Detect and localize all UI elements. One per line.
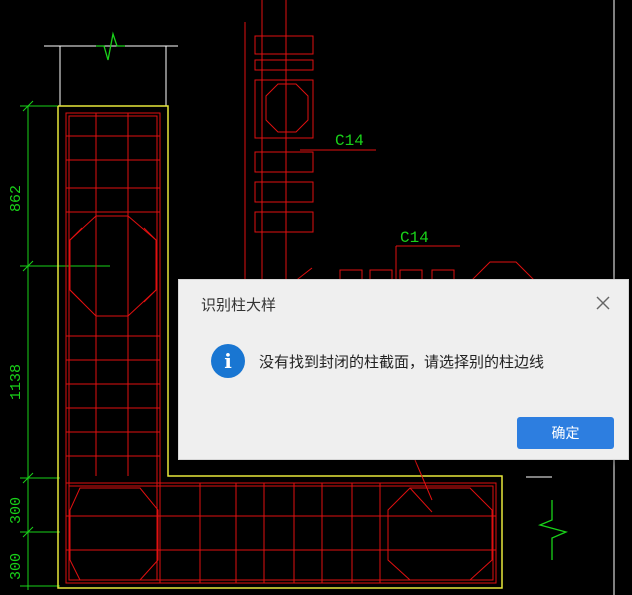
dialog-title: 识别柱大样: [201, 296, 277, 314]
break-symbol-right: [537, 500, 568, 560]
rebar-cage-vertical: [65, 112, 161, 584]
close-button[interactable]: [592, 292, 614, 314]
rebar-cage-horizontal: [65, 459, 497, 584]
info-icon: i: [211, 344, 245, 378]
rebar-detail-top: [244, 0, 537, 283]
info-dialog: 识别柱大样 i 没有找到封闭的柱截面，请选择别的柱边线 确定: [178, 279, 629, 460]
dimension-label: 300: [8, 497, 25, 524]
dimension-label: 300: [8, 553, 25, 580]
close-icon: [596, 296, 610, 310]
break-symbol-top: [96, 31, 125, 61]
ok-button[interactable]: 确定: [517, 417, 614, 449]
dialog-message: 没有找到封闭的柱截面，请选择别的柱边线: [259, 353, 545, 371]
column-tag: C14: [335, 132, 364, 150]
column-tag: C14: [400, 229, 429, 247]
dimension-label: 862: [8, 185, 25, 212]
dimension-label: 1138: [8, 364, 25, 400]
